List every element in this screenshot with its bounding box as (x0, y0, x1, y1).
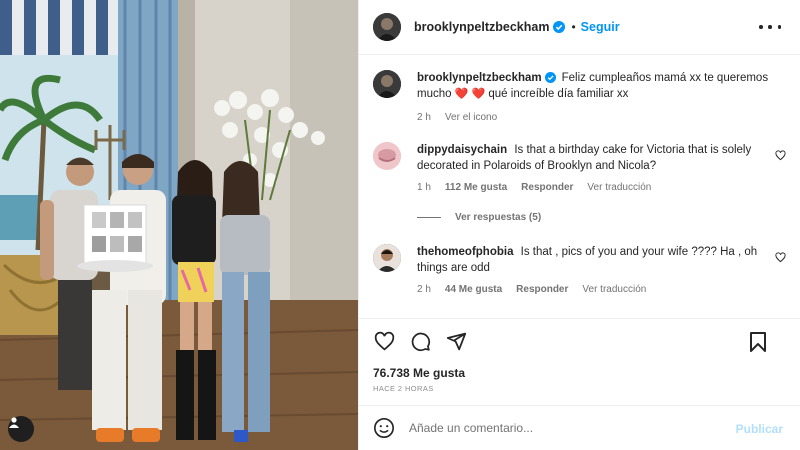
comment-username[interactable]: thehomeofphobia (417, 246, 513, 258)
family-photo-illustration (0, 0, 358, 450)
view-replies-button[interactable]: Ver respuestas (5) (417, 212, 541, 223)
heart-emoji: ❤️ ❤️ (454, 88, 486, 100)
add-comment-input[interactable] (409, 421, 729, 435)
comment-item: dippydaisychain Is that a birthday cake … (373, 142, 788, 193)
author-username[interactable]: brooklynpeltzbeckham (414, 20, 549, 34)
emoji-smiley-icon[interactable] (373, 417, 395, 439)
add-comment-bar: Publicar (359, 405, 800, 450)
reply-button[interactable]: Responder (521, 182, 573, 193)
caption-username[interactable]: brooklynpeltzbeckham (417, 72, 542, 84)
share-send-icon[interactable] (445, 331, 467, 353)
post-side-panel: brooklynpeltzbeckham • Seguir brooklynpe… (358, 0, 800, 450)
publish-button[interactable]: Publicar (736, 422, 783, 436)
translate-button[interactable]: Ver traducción (582, 284, 646, 295)
like-comment-heart-icon[interactable] (775, 150, 786, 161)
translate-button[interactable]: Ver traducción (587, 182, 651, 193)
like-heart-icon[interactable] (373, 331, 395, 353)
verified-badge-icon (553, 21, 566, 33)
comment-time[interactable]: 1 h (417, 182, 431, 193)
replies-line (417, 217, 441, 218)
user-icon (9, 417, 19, 428)
post-timestamp[interactable]: HACE 2 HORAS (373, 384, 434, 393)
like-comment-heart-icon[interactable] (775, 252, 786, 263)
caption-time[interactable]: 2 h (417, 112, 431, 123)
comment-username[interactable]: dippydaisychain (417, 144, 507, 156)
post-caption: brooklynpeltzbeckham Feliz cumpleaños mam… (373, 70, 788, 123)
reply-button[interactable]: Responder (516, 284, 568, 295)
verified-badge-icon (544, 72, 556, 83)
view-replies-label: Ver respuestas (5) (455, 212, 542, 223)
save-bookmark-icon[interactable] (747, 331, 769, 353)
caption-text-after: qué increíble día familiar xx (488, 88, 629, 100)
tagged-users-button[interactable] (8, 416, 34, 442)
likes-count[interactable]: 76.738 Me gusta (373, 366, 465, 380)
caption-avatar[interactable] (373, 70, 401, 98)
follow-button[interactable]: Seguir (581, 20, 620, 34)
comment-likes[interactable]: 44 Me gusta (445, 284, 502, 295)
comment-likes[interactable]: 112 Me gusta (445, 182, 507, 193)
more-options-icon[interactable] (759, 17, 781, 37)
post-photo (0, 0, 358, 450)
author-avatar[interactable] (373, 13, 401, 41)
caption-translate[interactable]: Ver el icono (445, 112, 497, 123)
comment-bubble-icon[interactable] (409, 331, 431, 353)
comments-list: brooklynpeltzbeckham Feliz cumpleaños mam… (359, 56, 800, 318)
commenter-avatar[interactable] (373, 142, 401, 170)
instagram-post-dialog: brooklynpeltzbeckham • Seguir brooklynpe… (0, 0, 800, 450)
post-header: brooklynpeltzbeckham • Seguir (359, 0, 800, 55)
post-actions-bar (359, 318, 800, 364)
separator-dot: • (571, 20, 576, 34)
commenter-avatar[interactable] (373, 244, 401, 272)
comment-time[interactable]: 2 h (417, 284, 431, 295)
comment-item: thehomeofphobia Is that , pics of you an… (373, 244, 788, 295)
